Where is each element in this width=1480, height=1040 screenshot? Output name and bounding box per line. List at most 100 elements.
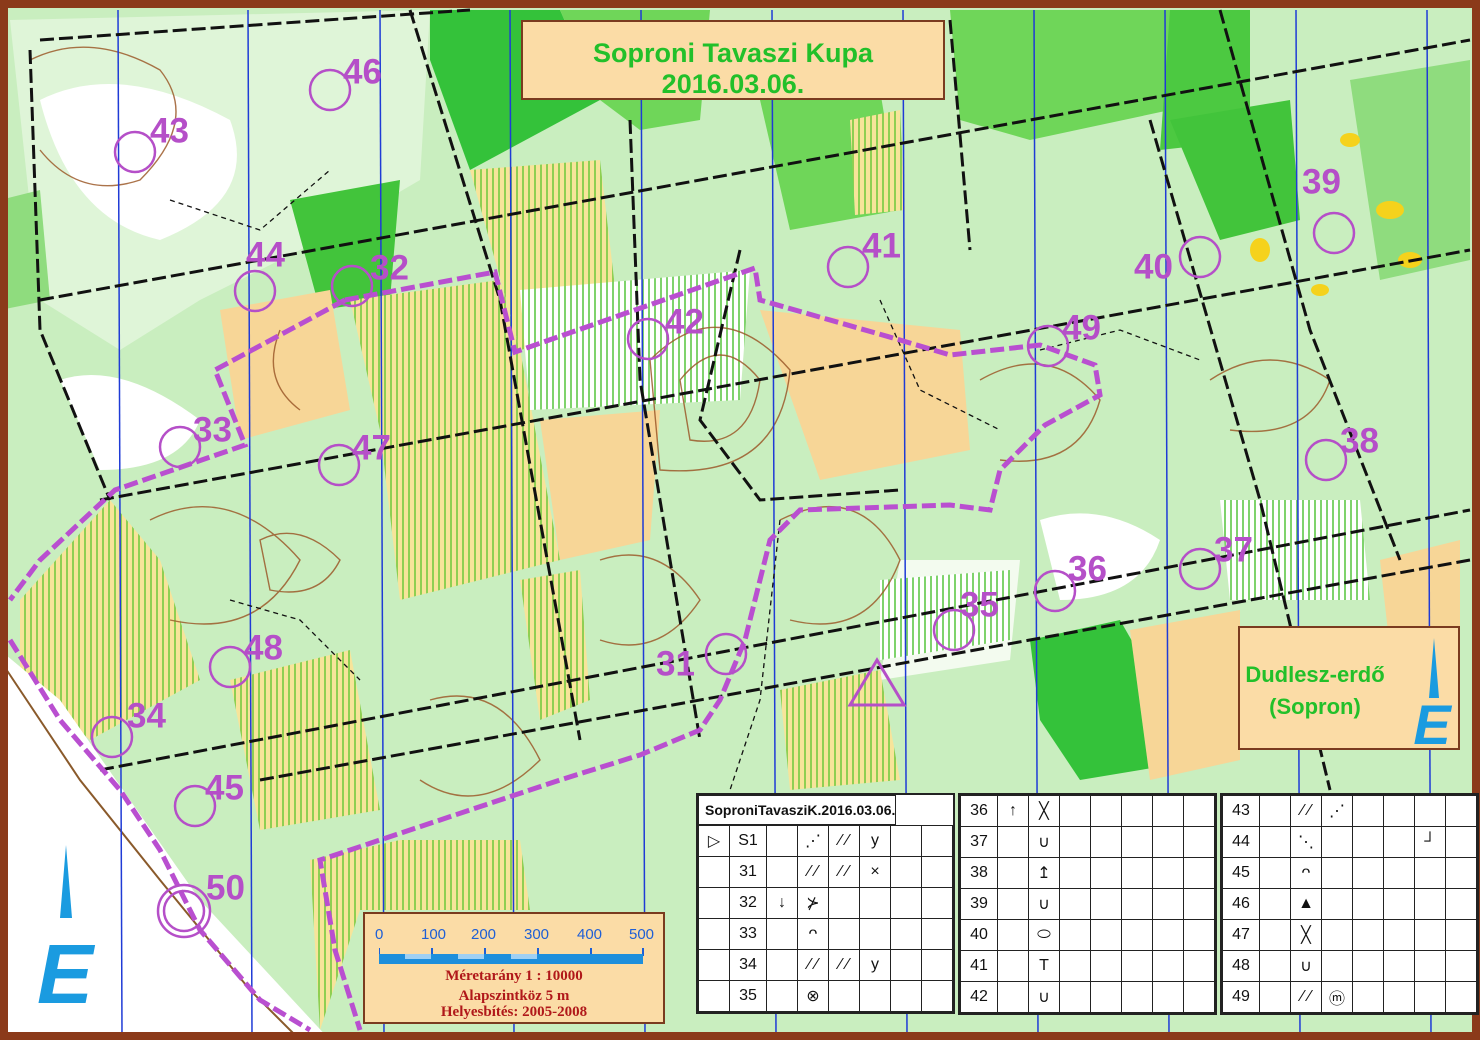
description-symbol-cell: ⓜ <box>1321 981 1353 1013</box>
description-symbol-cell <box>890 887 922 919</box>
description-symbol-cell <box>1090 888 1122 920</box>
description-symbol-cell <box>1414 950 1446 982</box>
description-symbol-cell <box>1121 826 1153 858</box>
description-symbol-cell <box>698 856 730 888</box>
description-symbol-cell <box>1259 981 1291 1013</box>
description-symbol-cell: ⬭ <box>1028 919 1060 951</box>
description-symbol-cell: ⊁ <box>797 887 829 919</box>
description-symbol-cell <box>1090 950 1122 982</box>
description-symbol-cell <box>859 887 891 919</box>
description-symbol-cell: ╳ <box>1028 795 1060 827</box>
description-symbol-cell <box>828 918 860 950</box>
description-symbol-cell <box>1414 795 1446 827</box>
description-symbol-cell <box>1183 826 1215 858</box>
description-symbol-cell <box>1445 981 1477 1013</box>
description-symbol-cell <box>997 950 1029 982</box>
description-symbol-cell <box>1352 826 1384 858</box>
description-symbol-cell <box>1059 888 1091 920</box>
description-symbol-cell <box>1259 795 1291 827</box>
description-symbol-cell <box>1352 857 1384 889</box>
scale-bar <box>379 948 644 964</box>
description-symbol-cell: ⋰ <box>797 825 829 857</box>
description-symbol-cell <box>1259 919 1291 951</box>
control-code-cell: 44 <box>1222 826 1260 858</box>
control-code-cell: 33 <box>729 918 767 950</box>
description-symbol-cell <box>890 825 922 857</box>
description-symbol-cell: ⁄ ⁄ <box>797 949 829 981</box>
description-symbol-cell <box>1183 888 1215 920</box>
description-symbol-cell: y <box>859 825 891 857</box>
description-symbol-cell <box>1352 919 1384 951</box>
control-number: 48 <box>244 628 283 667</box>
revision-date: Helyesbítés: 2005-2008 <box>440 1004 588 1020</box>
description-symbol-cell <box>1321 857 1353 889</box>
area-name: Dudlesz-erdő <box>1245 662 1385 687</box>
title-line-2: 2016.03.06. <box>661 69 805 99</box>
description-symbol-cell <box>1152 795 1184 827</box>
scale-tick: 500 <box>629 926 655 943</box>
area-label-box: Dudlesz-erdő (Sopron) E <box>1238 626 1460 750</box>
description-symbol-cell <box>1414 981 1446 1013</box>
description-row: 44 ⋱ ┘ <box>1222 826 1477 858</box>
description-row: 37 ∪ <box>960 826 1215 858</box>
description-row: 49 ⁄ ⁄ ⓜ <box>1222 981 1477 1013</box>
description-symbol-cell <box>1121 888 1153 920</box>
control-code-cell: 34 <box>729 949 767 981</box>
svg-text:E: E <box>1413 693 1452 748</box>
control-code-cell: 41 <box>960 950 998 982</box>
control-code-cell: S1 <box>729 825 767 857</box>
description-symbol-cell: ⊗ <box>797 980 829 1012</box>
description-row: 42 ∪ <box>960 981 1215 1013</box>
description-row: 38 ↥ <box>960 857 1215 889</box>
description-symbol-cell <box>1152 857 1184 889</box>
control-number: 40 <box>1134 247 1173 286</box>
description-row: ▷ S1 ⋰ ⁄ ⁄ y <box>698 825 953 857</box>
description-symbol-cell: ↑ <box>997 795 1029 827</box>
control-number: 34 <box>127 696 166 735</box>
description-symbol-cell <box>1059 857 1091 889</box>
control-number: 49 <box>1062 308 1101 347</box>
description-symbol-cell <box>1352 981 1384 1013</box>
scale-tick: 400 <box>577 926 603 943</box>
description-symbol-cell <box>1121 919 1153 951</box>
description-symbol-cell <box>1414 919 1446 951</box>
control-descriptions-1: SoproniTavasziK.2016.03.06. ▷ S1 ⋰ ⁄ ⁄ y 31 ⁄ … <box>696 793 955 1014</box>
contour-interval: Alapszintköz 5 m <box>458 988 570 1004</box>
description-symbol-cell <box>1383 795 1415 827</box>
description-symbol-cell <box>698 887 730 919</box>
control-code-cell: 35 <box>729 980 767 1012</box>
description-symbol-cell <box>1321 888 1353 920</box>
svg-text:E: E <box>37 927 96 1021</box>
control-code-cell: 48 <box>1222 950 1260 982</box>
description-symbol-cell <box>1121 857 1153 889</box>
description-row: 48 ∪ <box>1222 950 1477 982</box>
description-symbol-cell <box>890 949 922 981</box>
description-symbol-cell <box>1152 919 1184 951</box>
map-title: Soproni Tavaszi Kupa 2016.03.06. <box>521 20 945 100</box>
description-symbol-cell <box>1090 826 1122 858</box>
description-symbol-cell: ⁄ ⁄ <box>1290 795 1322 827</box>
description-row: 35 ⊗ <box>698 980 953 1012</box>
description-symbol-cell <box>1183 950 1215 982</box>
description-symbol-cell <box>1152 826 1184 858</box>
control-code-cell: 47 <box>1222 919 1260 951</box>
description-symbol-cell: ⋱ <box>1290 826 1322 858</box>
description-symbol-cell <box>997 826 1029 858</box>
control-code-cell: 43 <box>1222 795 1260 827</box>
description-symbol-cell <box>1259 826 1291 858</box>
control-number: 38 <box>1340 421 1379 460</box>
description-symbol-cell: ┘ <box>1414 826 1446 858</box>
scale-legend: 0 100 200 300 400 500 Méretarány 1 : 100… <box>363 912 665 1024</box>
title-line-1: Soproni Tavaszi Kupa <box>592 38 874 68</box>
control-number: 35 <box>960 585 999 624</box>
description-symbol-cell <box>921 887 953 919</box>
description-symbol-cell <box>1352 795 1384 827</box>
description-symbol-cell <box>766 856 798 888</box>
description-row: 32 ↓ ⊁ <box>698 887 953 919</box>
description-symbol-cell: ∪ <box>1028 888 1060 920</box>
description-symbol-cell <box>1090 919 1122 951</box>
description-symbol-cell <box>1445 919 1477 951</box>
description-symbol-cell: ⋰ <box>1321 795 1353 827</box>
description-symbol-cell <box>1321 826 1353 858</box>
description-symbol-cell <box>1414 857 1446 889</box>
